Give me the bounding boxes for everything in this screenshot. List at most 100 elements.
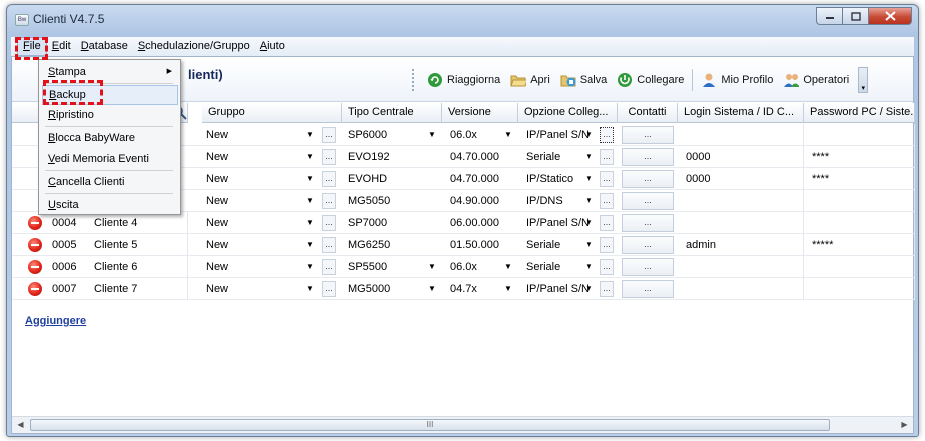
connect-button[interactable]: Collegare — [612, 68, 689, 92]
opzione-ellipsis-button[interactable]: ... — [600, 237, 614, 253]
table-row[interactable]: 0005 Cliente 5 New ▼... MG6250 01.50.000 Seria… — [12, 234, 915, 256]
title-bar[interactable]: Bw Clienti V4.7.5 — [7, 5, 918, 35]
opzione-cell[interactable]: Seriale — [522, 256, 592, 278]
column-header-opzione[interactable]: Opzione Colleg... — [518, 103, 618, 123]
menu-item-cancella-clienti[interactable]: Cancella Clienti — [42, 172, 178, 192]
tipo-centrale-cell[interactable]: SP5500 — [344, 256, 426, 278]
opzione-cell[interactable]: Seriale — [522, 146, 592, 168]
password-cell[interactable] — [808, 278, 915, 300]
gruppo-dropdown-arrow-icon[interactable]: ▼ — [306, 256, 314, 278]
opzione-cell[interactable]: Seriale — [522, 234, 592, 256]
tipo-dropdown-arrow-icon[interactable]: ▼ — [428, 124, 436, 146]
password-cell[interactable] — [808, 256, 915, 278]
gruppo-cell[interactable]: New — [202, 212, 298, 234]
opzione-dropdown-arrow-icon[interactable]: ▼ — [585, 124, 593, 146]
opzione-dropdown-arrow-icon[interactable]: ▼ — [585, 234, 593, 256]
tipo-centrale-cell[interactable]: SP6000 — [344, 124, 426, 146]
gruppo-cell[interactable]: New — [202, 168, 298, 190]
client-name-cell[interactable]: Cliente 7 — [90, 278, 188, 300]
open-button[interactable]: Apri — [505, 68, 555, 92]
toolbar-grip[interactable] — [412, 69, 416, 91]
contacts-button[interactable]: ... — [622, 258, 674, 276]
gruppo-ellipsis-button[interactable]: ... — [322, 281, 336, 297]
login-cell[interactable] — [682, 256, 804, 278]
minimize-button[interactable] — [816, 7, 842, 25]
profile-button[interactable]: Mio Profilo — [696, 68, 778, 92]
menu-schedulazione[interactable]: Schedulazione/Gruppo — [133, 37, 255, 56]
gruppo-dropdown-arrow-icon[interactable]: ▼ — [306, 212, 314, 234]
tipo-centrale-cell[interactable]: EVO192 — [344, 146, 426, 168]
versione-cell[interactable]: 06.0x — [446, 124, 502, 146]
column-header-password[interactable]: Password PC / Siste... — [804, 103, 915, 123]
gruppo-cell[interactable]: New — [202, 278, 298, 300]
tipo-centrale-cell[interactable]: EVOHD — [344, 168, 426, 190]
gruppo-dropdown-arrow-icon[interactable]: ▼ — [306, 278, 314, 300]
client-name-cell[interactable]: Cliente 4 — [90, 212, 188, 234]
contacts-button[interactable]: ... — [622, 192, 674, 210]
login-cell[interactable]: 0000 — [682, 168, 804, 190]
gruppo-cell[interactable]: New — [202, 146, 298, 168]
contacts-button[interactable]: ... — [622, 280, 674, 298]
menu-database[interactable]: Database — [76, 37, 133, 56]
gruppo-ellipsis-button[interactable]: ... — [322, 237, 336, 253]
opzione-cell[interactable]: IP/Panel S/N — [522, 124, 592, 146]
opzione-ellipsis-button[interactable]: ... — [600, 193, 614, 209]
refresh-button[interactable]: Riaggiorna — [422, 68, 505, 92]
scroll-thumb[interactable]: III — [30, 419, 830, 431]
menu-aiuto[interactable]: Aiuto — [255, 37, 290, 56]
password-cell[interactable] — [808, 124, 915, 146]
login-cell[interactable]: 0000 — [682, 146, 804, 168]
opzione-ellipsis-button[interactable]: ... — [600, 149, 614, 165]
versione-cell[interactable]: 04.70.000 — [446, 146, 502, 168]
contacts-button[interactable]: ... — [622, 126, 674, 144]
opzione-dropdown-arrow-icon[interactable]: ▼ — [585, 212, 593, 234]
close-button[interactable] — [868, 7, 912, 25]
opzione-dropdown-arrow-icon[interactable]: ▼ — [585, 168, 593, 190]
opzione-cell[interactable]: IP/DNS — [522, 190, 592, 212]
opzione-ellipsis-button[interactable]: ... — [600, 127, 614, 143]
client-name-cell[interactable]: Cliente 5 — [90, 234, 188, 256]
horizontal-scrollbar[interactable]: ◀ III ▶ — [12, 416, 913, 433]
versione-dropdown-arrow-icon[interactable]: ▼ — [504, 256, 512, 278]
login-cell[interactable] — [682, 190, 804, 212]
column-header-tipo-centrale[interactable]: Tipo Centrale — [342, 103, 442, 123]
versione-dropdown-arrow-icon[interactable]: ▼ — [504, 124, 512, 146]
versione-cell[interactable]: 06.0x — [446, 256, 502, 278]
column-header-gruppo[interactable]: Gruppo — [202, 103, 342, 123]
tipo-centrale-cell[interactable]: MG5000 — [344, 278, 426, 300]
gruppo-ellipsis-button[interactable]: ... — [322, 215, 336, 231]
password-cell[interactable] — [808, 190, 915, 212]
versione-dropdown-arrow-icon[interactable]: ▼ — [504, 278, 512, 300]
opzione-cell[interactable]: IP/Panel S/N — [522, 278, 592, 300]
password-cell[interactable]: **** — [808, 146, 915, 168]
column-header-versione[interactable]: Versione — [442, 103, 518, 123]
gruppo-ellipsis-button[interactable]: ... — [322, 149, 336, 165]
table-row[interactable]: 0004 Cliente 4 New ▼... SP7000 06.00.000 IP/Pa… — [12, 212, 915, 234]
menu-item-uscita[interactable]: Uscita — [42, 195, 178, 215]
tipo-dropdown-arrow-icon[interactable]: ▼ — [428, 278, 436, 300]
password-cell[interactable]: **** — [808, 168, 915, 190]
contacts-button[interactable]: ... — [622, 236, 674, 254]
gruppo-dropdown-arrow-icon[interactable]: ▼ — [306, 234, 314, 256]
stop-icon[interactable] — [28, 216, 42, 230]
login-cell[interactable] — [682, 124, 804, 146]
gruppo-ellipsis-button[interactable]: ... — [322, 193, 336, 209]
contacts-button[interactable]: ... — [622, 170, 674, 188]
table-row[interactable]: 0006 Cliente 6 New ▼... SP5500 ▼ 06.0x ▼ Seriale… — [12, 256, 915, 278]
menu-item-ripristino[interactable]: Ripristino — [42, 105, 178, 125]
opzione-dropdown-arrow-icon[interactable]: ▼ — [585, 190, 593, 212]
menu-edit[interactable]: Edit — [47, 37, 76, 56]
gruppo-ellipsis-button[interactable]: ... — [322, 127, 336, 143]
tipo-dropdown-arrow-icon[interactable]: ▼ — [428, 256, 436, 278]
client-name-cell[interactable]: Cliente 6 — [90, 256, 188, 278]
versione-cell[interactable]: 06.00.000 — [446, 212, 502, 234]
opzione-dropdown-arrow-icon[interactable]: ▼ — [585, 146, 593, 168]
table-row[interactable]: 0007 Cliente 7 New ▼... MG5000 ▼ 04.7x ▼ IP/Pane… — [12, 278, 915, 300]
maximize-button[interactable] — [842, 7, 868, 25]
versione-cell[interactable]: 04.70.000 — [446, 168, 502, 190]
gruppo-cell[interactable]: New — [202, 190, 298, 212]
opzione-dropdown-arrow-icon[interactable]: ▼ — [585, 278, 593, 300]
gruppo-dropdown-arrow-icon[interactable]: ▼ — [306, 124, 314, 146]
stop-icon[interactable] — [28, 238, 42, 252]
login-cell[interactable]: admin — [682, 234, 804, 256]
